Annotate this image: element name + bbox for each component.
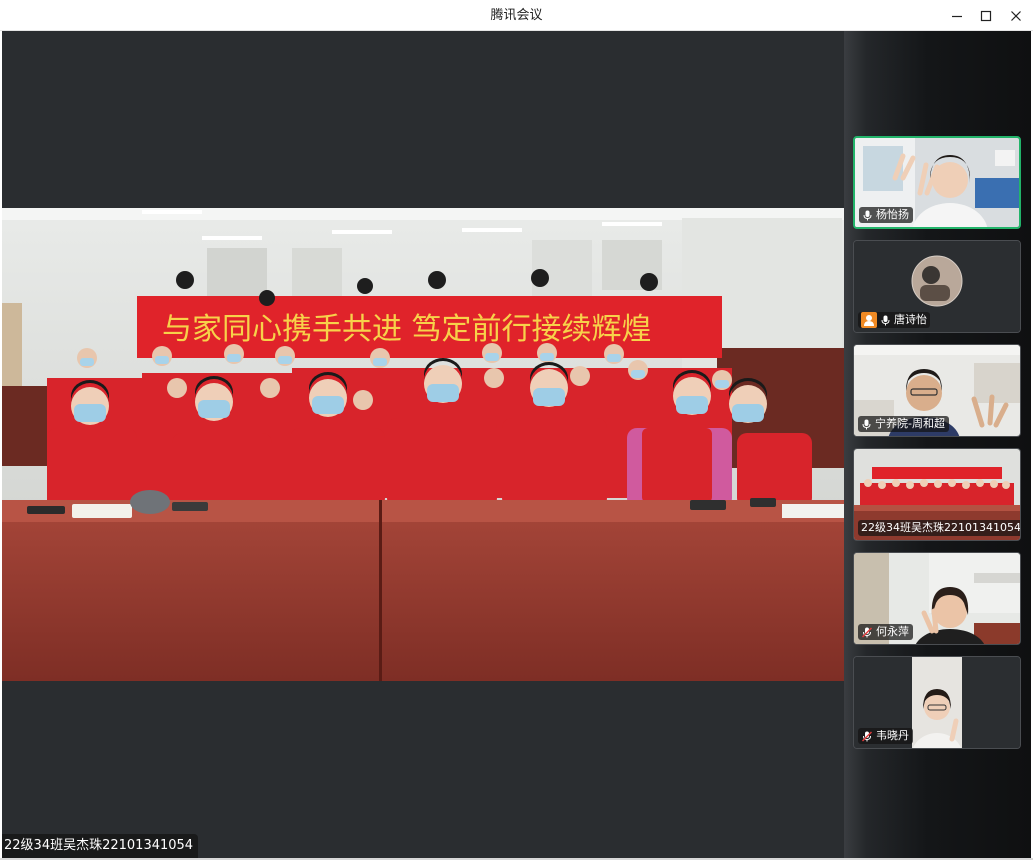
banner-text: 与家同心携手共进 笃定前行接续辉煌 xyxy=(162,312,652,347)
microphone-icon xyxy=(862,419,871,429)
host-icon xyxy=(861,312,877,328)
participant-name-tag: 22级34班吴杰珠22101341054 xyxy=(858,520,1021,536)
main-video-frame[interactable]: 与家同心携手共进 笃定前行接续辉煌 xyxy=(2,208,844,681)
microphone-icon xyxy=(881,315,890,325)
participant-name-tag: 宁养院-周和超 xyxy=(858,416,949,432)
maximize-icon xyxy=(980,10,992,21)
close-icon xyxy=(1011,10,1021,21)
group-photo-image: 与家同心携手共进 笃定前行接续辉煌 xyxy=(2,208,844,681)
close-button[interactable] xyxy=(999,0,1033,31)
minimize-icon xyxy=(952,15,962,17)
participant-name-tag: 杨怡扬 xyxy=(859,207,913,223)
participant-name: 杨怡扬 xyxy=(876,208,909,221)
participant-tile[interactable]: 22级34班吴杰珠22101341054 xyxy=(853,448,1021,541)
participant-name: 22级34班吴杰珠22101341054 xyxy=(861,521,1021,534)
microphone-muted-icon xyxy=(862,627,872,637)
participant-sidebar: 杨怡扬 唐诗怡 宁养院-周和超 22级34班吴杰珠22101341054 何永萍… xyxy=(844,31,1031,858)
main-video-stage[interactable]: 与家同心携手共进 笃定前行接续辉煌 22级34班吴杰珠22101341054 xyxy=(2,31,844,858)
participant-name: 唐诗怡 xyxy=(894,313,927,326)
participant-name-tag: 何永萍 xyxy=(858,624,913,640)
maximize-button[interactable] xyxy=(969,0,1003,31)
participant-name-tag: 韦晓丹 xyxy=(858,728,913,744)
participant-name: 何永萍 xyxy=(876,625,909,638)
participant-name: 韦晓丹 xyxy=(876,729,909,742)
participant-tile[interactable]: 杨怡扬 xyxy=(853,136,1021,229)
participant-tile[interactable]: 韦晓丹 xyxy=(853,656,1021,749)
title-bar: 腾讯会议 xyxy=(0,0,1033,31)
participant-name-tag: 唐诗怡 xyxy=(858,312,930,328)
main-speaker-caption: 22级34班吴杰珠22101341054 xyxy=(2,834,199,858)
participant-tile[interactable]: 唐诗怡 xyxy=(853,240,1021,333)
participant-tile[interactable]: 宁养院-周和超 xyxy=(853,344,1021,437)
participant-name: 宁养院-周和超 xyxy=(875,417,945,430)
window-title: 腾讯会议 xyxy=(490,8,543,23)
microphone-icon xyxy=(863,210,872,220)
microphone-muted-icon xyxy=(862,731,872,741)
participant-tile[interactable]: 何永萍 xyxy=(853,552,1021,645)
